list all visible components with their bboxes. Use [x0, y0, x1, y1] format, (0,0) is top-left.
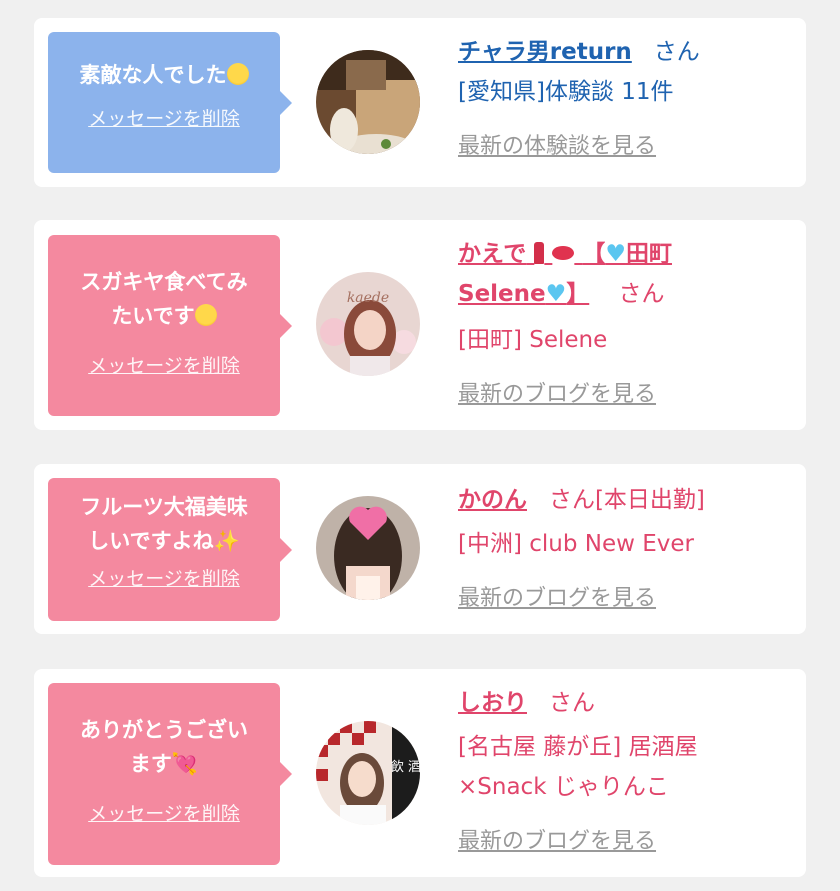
- latest-link[interactable]: 最新のブログを見る: [458, 382, 656, 407]
- message-card: スガキヤ食べてみ たいです メッセージを削除 kaede かえで 【♥田町 Se…: [34, 220, 806, 430]
- latest-link[interactable]: 最新の体験談を見る: [458, 134, 656, 159]
- user-name-link[interactable]: Selene♥】: [458, 281, 589, 307]
- message-card: ありがとうござい ます💘 メッセージを削除 飲 酒 しおり さん [名古屋 藤が…: [34, 669, 806, 877]
- message-text: フルーツ大福美味: [80, 495, 248, 519]
- message-card: フルーツ大福美味 しいですよね✨ メッセージを削除 かのん さん[本日出勤] […: [34, 464, 806, 634]
- avatar-text: kaede: [347, 290, 389, 306]
- user-info: チャラ男return さん [愛知県]体験談 11件 最新の体験談を見る: [458, 32, 798, 167]
- heart-with-arrow-emoji-icon: 💘: [171, 752, 199, 776]
- user-info: かえで 【♥田町 Selene♥】 さん [田町] Selene 最新のブログを…: [458, 234, 798, 415]
- blue-heart-emoji-icon: ♥: [545, 281, 567, 307]
- message-text: ありがとうござい: [80, 718, 248, 742]
- message-text: しいですよね: [88, 529, 214, 553]
- avatar[interactable]: 飲 酒: [316, 721, 420, 825]
- user-detail: [愛知県]体験談 11件: [458, 79, 674, 105]
- honorific: さん: [618, 281, 665, 307]
- message-text: スガキヤ食べてみ: [80, 270, 248, 294]
- honorific: さん: [653, 39, 700, 65]
- delete-message-link[interactable]: メッセージを削除: [88, 104, 240, 131]
- honorific: さん[本日出勤]: [548, 487, 705, 513]
- user-info: しおり さん [名古屋 藤が丘] 居酒屋 ×Snack じゃりんこ 最新のブログ…: [458, 683, 798, 862]
- avatar[interactable]: kaede: [316, 272, 420, 376]
- lipstick-emoji-icon: [534, 242, 545, 264]
- user-name-link[interactable]: しおり: [458, 690, 527, 716]
- message-card: 素敵な人でした メッセージを削除 チャラ男return さん [愛知県]体験談 …: [34, 18, 806, 187]
- drooling-face-emoji-icon: [194, 304, 217, 326]
- user-detail: [中洲] club New Ever: [458, 531, 695, 557]
- user-info: かのん さん[本日出勤] [中洲] club New Ever 最新のブログを見…: [458, 480, 798, 619]
- avatar[interactable]: [316, 50, 420, 154]
- message-text: ます: [129, 752, 172, 776]
- delete-message-link[interactable]: メッセージを削除: [88, 799, 240, 826]
- message-text: たいです: [111, 304, 195, 328]
- delete-message-link[interactable]: メッセージを削除: [88, 351, 240, 378]
- sparkles-emoji-icon: ✨: [213, 529, 240, 553]
- blue-heart-emoji-icon: ♥: [605, 241, 626, 267]
- message-bubble: フルーツ大福美味 しいですよね✨ メッセージを削除: [48, 478, 292, 621]
- user-detail: [田町] Selene: [458, 327, 608, 353]
- smile-emoji-icon: [226, 63, 249, 85]
- avatar[interactable]: [316, 496, 420, 600]
- user-name-link[interactable]: かえで 【♥田町: [458, 241, 672, 267]
- delete-message-link[interactable]: メッセージを削除: [88, 564, 240, 591]
- avatar-text: 飲 酒: [391, 759, 420, 775]
- kiss-mark-emoji-icon: [552, 246, 575, 260]
- latest-link[interactable]: 最新のブログを見る: [458, 829, 656, 854]
- user-name-link[interactable]: チャラ男return: [458, 39, 632, 65]
- message-bubble: ありがとうござい ます💘 メッセージを削除: [48, 683, 292, 865]
- latest-link[interactable]: 最新のブログを見る: [458, 586, 656, 611]
- user-name-link[interactable]: かのん: [458, 487, 527, 513]
- message-text: 素敵な人でした: [79, 63, 227, 87]
- user-detail: ×Snack じゃりんこ: [458, 774, 669, 800]
- message-bubble: スガキヤ食べてみ たいです メッセージを削除: [48, 235, 292, 416]
- honorific: さん: [548, 690, 595, 716]
- message-bubble: 素敵な人でした メッセージを削除: [48, 32, 292, 173]
- user-detail: [名古屋 藤が丘] 居酒屋: [458, 734, 698, 760]
